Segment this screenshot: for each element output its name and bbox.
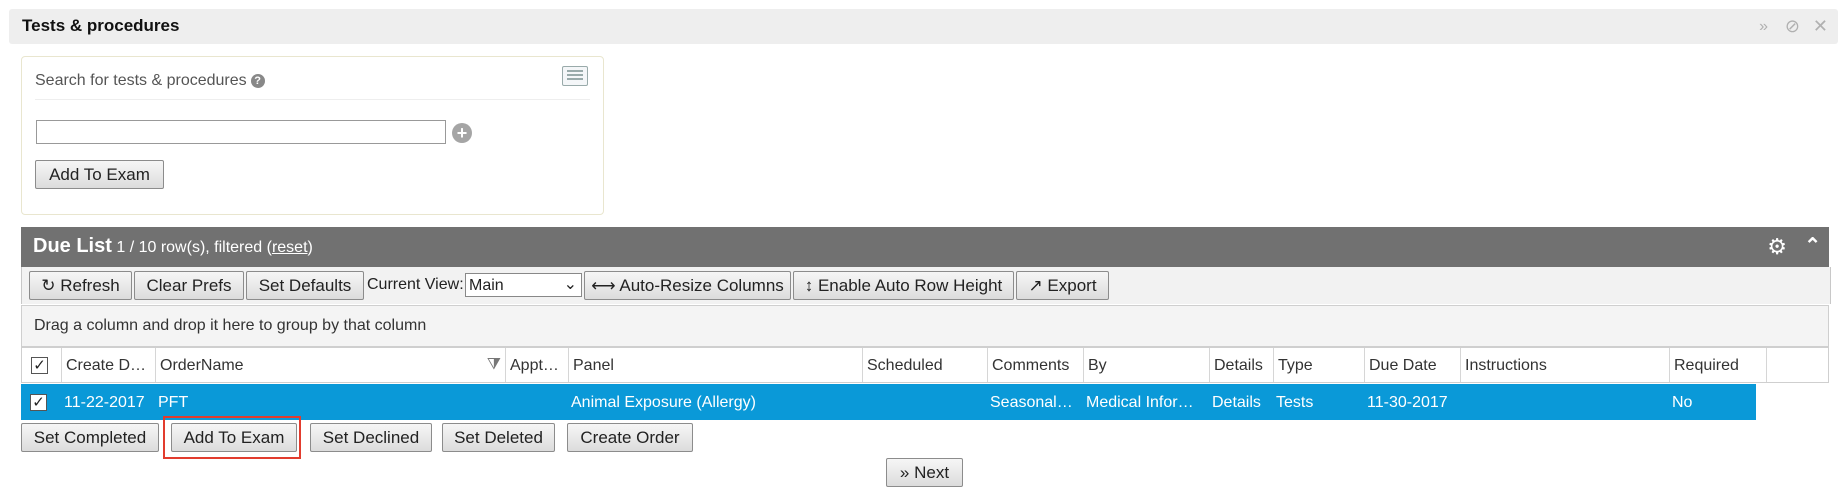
chevron-down-icon: ⌄ [563, 276, 577, 293]
reset-link[interactable]: reset [272, 239, 308, 256]
create-order-button[interactable]: Create Order [567, 423, 693, 452]
col-by[interactable]: By [1083, 348, 1209, 382]
search-input[interactable] [36, 120, 446, 144]
cell-instructions [1459, 384, 1668, 420]
cell-create-date: 11-22-2017 [64, 394, 145, 411]
col-create-date[interactable]: Create D… [61, 348, 155, 382]
select-all-checkbox[interactable]: ✓ [31, 357, 48, 374]
refresh-icon: ↻ [41, 276, 56, 295]
set-declined-button[interactable]: Set Declined [310, 423, 432, 452]
select-all-cell: ✓ [22, 348, 61, 382]
current-view-label: Current View: [367, 276, 464, 293]
group-drop-area[interactable]: Drag a column and drop it here to group … [21, 305, 1829, 347]
chevron-up-icon[interactable]: ⌃ [1804, 233, 1821, 258]
set-completed-button[interactable]: Set Completed [21, 423, 159, 452]
set-deleted-button[interactable]: Set Deleted [442, 423, 555, 452]
divider [35, 99, 590, 100]
cell-order-name: PFT [158, 394, 189, 411]
cell-appt [504, 384, 567, 420]
col-order-name[interactable]: OrderName ⧩ [155, 348, 505, 382]
gear-icon[interactable]: ⚙ [1767, 234, 1787, 260]
grid-header: ✓ Create D… OrderName ⧩ Appt… Panel Sched… [21, 347, 1829, 383]
col-instructions[interactable]: Instructions [1460, 348, 1669, 382]
due-list-header: Due List 1 / 10 row(s), filtered (reset)… [21, 227, 1829, 267]
highlight-box [163, 416, 301, 459]
grid-toolbar: ↻ Refresh Clear Prefs Set Defaults Curre… [21, 267, 1831, 304]
col-due-date[interactable]: Due Date [1364, 348, 1460, 382]
row-select-cell: ✓ [21, 384, 60, 420]
col-comments[interactable]: Comments [987, 348, 1083, 382]
export-button[interactable]: ↗ Export [1016, 271, 1109, 300]
next-button[interactable]: » Next [886, 458, 963, 487]
help-icon[interactable]: ? [250, 74, 265, 88]
add-to-exam-search-button[interactable]: Add To Exam [35, 160, 164, 189]
col-appt[interactable]: Appt… [505, 348, 568, 382]
cell-by: Medical Infor… [1086, 394, 1194, 411]
cell-panel: Animal Exposure (Allergy) [571, 394, 756, 411]
collapse-icon[interactable]: » [1759, 9, 1768, 44]
table-row[interactable]: ✓ 11-22-2017 PFT Animal Exposure (Allerg… [21, 384, 1756, 420]
clear-prefs-button[interactable]: Clear Prefs [134, 271, 244, 300]
filter-icon[interactable]: ⧩ [487, 356, 501, 374]
disable-icon[interactable]: ⊘ [1785, 9, 1800, 44]
set-defaults-button[interactable]: Set Defaults [246, 271, 364, 300]
auto-row-height-button[interactable]: ↕ Enable Auto Row Height [793, 271, 1014, 300]
cell-comments: Seasonal… [990, 394, 1073, 411]
cell-due-date: 11-30-2017 [1367, 394, 1448, 411]
cell-required: No [1672, 394, 1693, 411]
col-details[interactable]: Details [1209, 348, 1273, 382]
panel-titlebar: Tests & procedures » ⊘ ✕ [9, 9, 1838, 44]
col-type[interactable]: Type [1273, 348, 1364, 382]
close-icon[interactable]: ✕ [1813, 9, 1828, 44]
due-list-title: Due List 1 / 10 row(s), filtered (reset) [33, 235, 313, 257]
col-scheduled[interactable]: Scheduled [862, 348, 987, 382]
col-panel[interactable]: Panel [568, 348, 862, 382]
search-panel: Search for tests & procedures? + Add To … [21, 56, 604, 215]
current-view-select[interactable]: Main ⌄ [465, 273, 582, 297]
panel-title: Tests & procedures [22, 16, 180, 35]
resize-horizontal-icon: ⟷ [591, 276, 616, 295]
export-icon: ↗ [1028, 276, 1043, 295]
row-checkbox[interactable]: ✓ [30, 394, 47, 411]
list-view-icon[interactable] [562, 66, 588, 86]
add-icon[interactable]: + [452, 123, 472, 143]
resize-vertical-icon: ↕ [804, 276, 814, 295]
cell-scheduled [861, 384, 986, 420]
auto-resize-columns-button[interactable]: ⟷ Auto-Resize Columns [584, 271, 791, 300]
refresh-button[interactable]: ↻ Refresh [29, 271, 132, 300]
group-hint: Drag a column and drop it here to group … [34, 317, 427, 334]
double-chevron-down-icon: » [899, 463, 910, 482]
cell-type: Tests [1276, 394, 1314, 411]
cell-details-link[interactable]: Details [1208, 384, 1272, 420]
col-required[interactable]: Required [1669, 348, 1767, 382]
search-label: Search for tests & procedures? [35, 72, 265, 90]
